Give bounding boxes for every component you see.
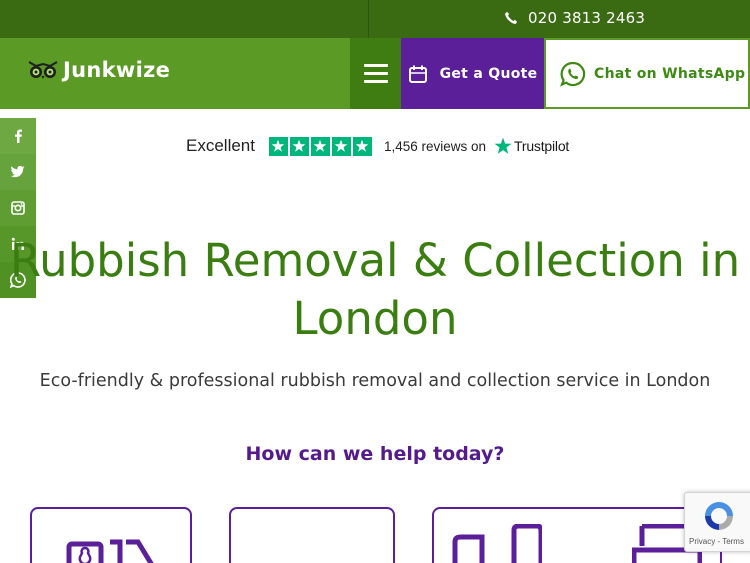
- trust-rating-word: Excellent: [186, 136, 255, 155]
- trust-reviews-count: 1,456 reviews on: [383, 138, 487, 154]
- topbar-divider: [368, 0, 369, 38]
- calendar-icon: [408, 65, 427, 83]
- hero-subtitle: Eco-friendly & professional rubbish remo…: [39, 371, 711, 391]
- page-title: Rubbish Removal & Collection in London: [0, 232, 750, 348]
- phone-icon: [505, 11, 518, 24]
- hamburger-line: [363, 72, 388, 75]
- get-quote-button[interactable]: Get a Quote: [401, 38, 544, 109]
- chat-whatsapp-label: Chat on WhatsApp: [594, 65, 746, 82]
- hamburger-menu-button[interactable]: [350, 38, 401, 109]
- trustpilot-brand: Trustpilot: [514, 138, 570, 154]
- whatsapp-icon: [560, 61, 586, 87]
- twitter-link[interactable]: [0, 154, 36, 190]
- site-header: Junkwize Get a Quote Chat on WhatsApp: [0, 38, 750, 109]
- trustpilot-widget[interactable]: Excellent 1,456 reviews on Trustpilot: [186, 134, 569, 158]
- van-icon: [66, 539, 154, 563]
- furniture-icon: [452, 524, 542, 563]
- star-icon: [289, 136, 309, 156]
- star-icon: [352, 136, 372, 156]
- service-card-3[interactable]: [432, 507, 722, 563]
- page-title-line2: London: [292, 292, 458, 345]
- top-bar: 020 3813 2463: [0, 0, 750, 38]
- hamburger-line: [363, 80, 388, 83]
- phone-number: 020 3813 2463: [528, 9, 646, 27]
- twitter-icon: [11, 166, 25, 178]
- recaptcha-icon: [705, 502, 733, 530]
- service-card-2[interactable]: [229, 507, 395, 563]
- recaptcha-badge[interactable]: Privacy - Terms: [684, 492, 750, 552]
- facebook-icon: [15, 129, 22, 143]
- instagram-link[interactable]: [0, 190, 36, 226]
- facebook-link[interactable]: [0, 118, 36, 154]
- chat-whatsapp-button[interactable]: Chat on WhatsApp: [544, 38, 750, 109]
- service-card-1[interactable]: [30, 507, 192, 563]
- star-icon: [310, 136, 330, 156]
- star-icon: [331, 136, 351, 156]
- owl-logo-icon: [28, 61, 58, 79]
- recaptcha-links[interactable]: Privacy - Terms: [689, 537, 744, 546]
- phone-link[interactable]: 020 3813 2463: [504, 9, 645, 27]
- star-icon: [268, 136, 288, 156]
- trust-stars: [268, 136, 372, 156]
- instagram-icon: [11, 201, 25, 215]
- get-quote-label: Get a Quote: [439, 65, 538, 82]
- logo-link[interactable]: Junkwize: [27, 58, 170, 82]
- logo-text: Junkwize: [63, 58, 171, 82]
- help-heading: How can we help today?: [245, 443, 505, 465]
- hamburger-menu-icon: [363, 64, 388, 67]
- trustpilot-logo: Trustpilot: [494, 137, 569, 155]
- trustpilot-star-icon: [494, 137, 512, 154]
- page-title-line1: Rubbish Removal & Collection in: [9, 234, 741, 287]
